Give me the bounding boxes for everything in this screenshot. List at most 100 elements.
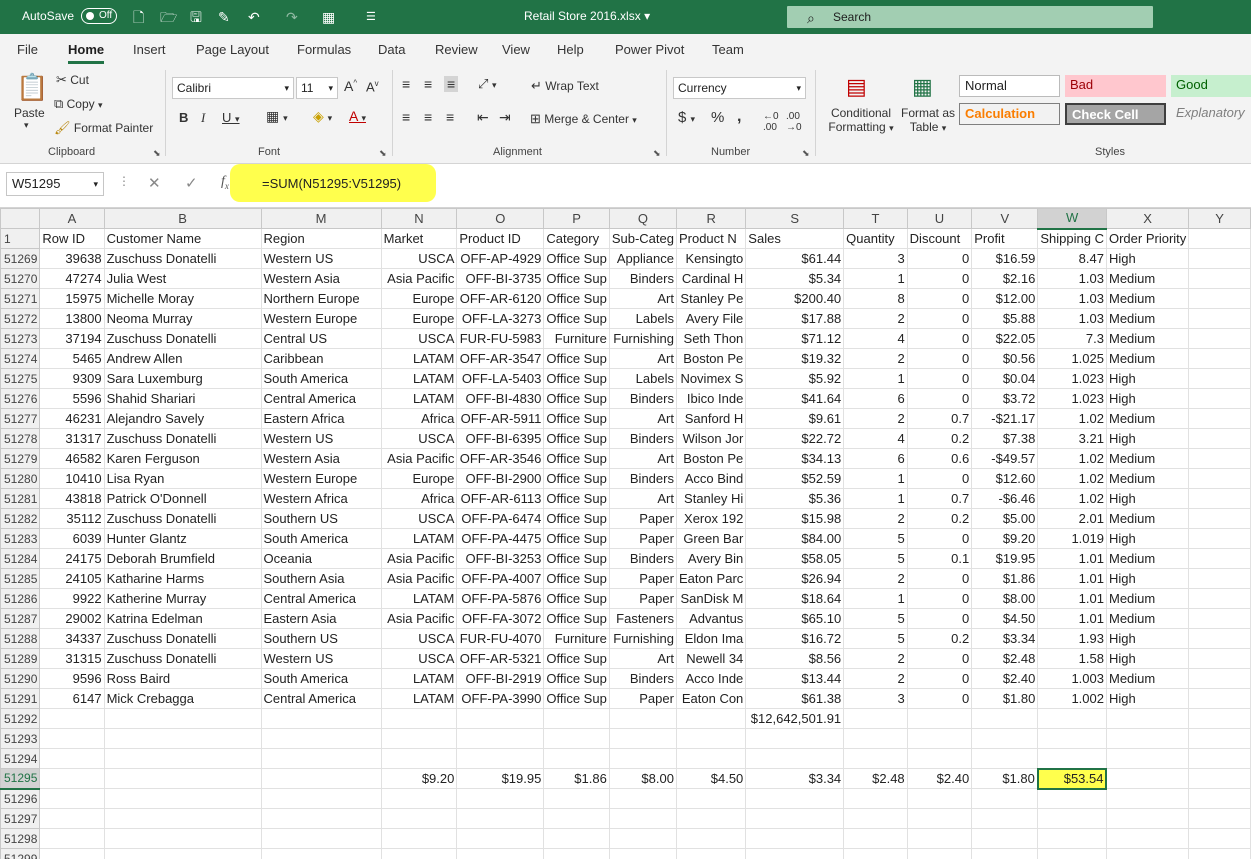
column-header-B[interactable]: B <box>103 208 262 229</box>
table-cell[interactable] <box>843 728 908 749</box>
table-cell[interactable]: 5 <box>843 548 908 569</box>
table-cell[interactable] <box>1105 788 1190 809</box>
row-header[interactable]: 51285 <box>0 568 41 589</box>
table-cell[interactable]: Sara Luxemburg <box>103 368 262 389</box>
table-cell[interactable] <box>1188 708 1251 729</box>
font-name-dropdown[interactable]: Calibri ▾ <box>172 77 294 99</box>
align-center-icon[interactable]: ≡ <box>424 109 432 125</box>
row-header[interactable]: 51271 <box>0 288 41 309</box>
table-cell[interactable]: 0 <box>906 288 973 309</box>
table-cell[interactable] <box>260 808 382 829</box>
table-cell[interactable] <box>1188 328 1251 349</box>
table-cell[interactable] <box>843 708 908 729</box>
table-cell[interactable] <box>1105 808 1190 829</box>
row-header[interactable]: 51276 <box>0 388 41 409</box>
table-cell[interactable]: $2.40 <box>971 668 1039 689</box>
table-cell[interactable] <box>1188 668 1251 689</box>
alignment-launcher-icon[interactable]: ⬊ <box>653 148 661 159</box>
table-cell[interactable]: 0 <box>906 588 973 609</box>
table-cell[interactable]: Office Sup <box>543 388 610 409</box>
table-cell[interactable] <box>260 728 382 749</box>
table-cell[interactable] <box>745 828 845 849</box>
table-cell[interactable]: High <box>1105 428 1190 449</box>
wrap-text-button[interactable]: ↵ Wrap Text <box>531 78 599 94</box>
table-cell[interactable]: Furnishing <box>608 328 677 349</box>
table-cell[interactable]: USCA <box>380 648 458 669</box>
table-cell[interactable]: 6 <box>843 388 908 409</box>
table-cell[interactable]: $9.20 <box>971 528 1039 549</box>
row-header[interactable]: 51298 <box>0 828 41 849</box>
table-cell[interactable]: Wilson Jor <box>675 428 747 449</box>
table-cell[interactable]: FUR-FU-4070 <box>456 628 545 649</box>
table-cell[interactable] <box>675 828 747 849</box>
table-cell[interactable]: Asia Pacific <box>380 608 458 629</box>
table-cell[interactable]: LATAM <box>380 388 458 409</box>
row-header[interactable]: 51278 <box>0 428 41 449</box>
table-cell[interactable]: Eaton Con <box>675 688 747 709</box>
table-cell[interactable] <box>906 728 973 749</box>
table-cell[interactable] <box>39 768 105 789</box>
table-cell[interactable]: USCA <box>380 428 458 449</box>
table-cell[interactable]: Zuschuss Donatelli <box>103 328 262 349</box>
table-cell[interactable]: 10410 <box>39 468 105 489</box>
table-cell[interactable]: Furniture <box>543 628 610 649</box>
column-header-M[interactable]: M <box>260 208 382 229</box>
table-cell[interactable]: Shahid Shariari <box>103 388 262 409</box>
table-cell[interactable]: 5 <box>843 528 908 549</box>
table-cell[interactable]: Medium <box>1105 548 1190 569</box>
table-cell[interactable] <box>1188 728 1251 749</box>
table-cell[interactable]: 1.025 <box>1037 348 1107 369</box>
table-cell[interactable]: Paper <box>608 588 677 609</box>
table-cell[interactable]: 0.6 <box>906 448 973 469</box>
table-cell[interactable]: Office Sup <box>543 568 610 589</box>
table-cell[interactable]: Stanley Hi <box>675 488 747 509</box>
table-cell[interactable] <box>608 748 677 769</box>
tab-data[interactable]: Data <box>378 42 405 57</box>
tab-home[interactable]: Home <box>68 42 105 64</box>
table-cell[interactable]: 4 <box>843 328 908 349</box>
table-cell[interactable] <box>1188 348 1251 369</box>
table-cell[interactable]: $12.60 <box>971 468 1039 489</box>
tab-view[interactable]: View <box>502 42 530 57</box>
table-cell[interactable] <box>1037 708 1107 729</box>
table-cell[interactable]: 1.003 <box>1037 668 1107 689</box>
table-cell[interactable]: 3 <box>843 688 908 709</box>
table-cell[interactable] <box>103 728 262 749</box>
table-cell[interactable]: Office Sup <box>543 488 610 509</box>
table-cell[interactable]: South America <box>260 368 382 389</box>
currency-icon[interactable]: $ ▾ <box>678 109 695 126</box>
table-cell[interactable] <box>456 808 545 829</box>
row-header[interactable]: 51297 <box>0 808 41 829</box>
table-cell[interactable] <box>745 808 845 829</box>
table-cell[interactable] <box>380 808 458 829</box>
new-file-icon[interactable]: 🗋 <box>133 9 144 25</box>
column-title[interactable]: Quantity <box>843 228 908 249</box>
table-cell[interactable] <box>745 728 845 749</box>
table-cell[interactable]: 2 <box>843 408 908 429</box>
style-check-cell[interactable]: Check Cell <box>1065 103 1166 125</box>
table-cell[interactable]: $53.54 <box>1036 767 1108 790</box>
table-cell[interactable]: OFF-BI-2900 <box>456 468 545 489</box>
table-cell[interactable]: 0 <box>906 388 973 409</box>
column-header-P[interactable]: P <box>543 208 610 229</box>
table-cell[interactable] <box>39 748 105 769</box>
row-header[interactable]: 51280 <box>0 468 41 489</box>
style-normal[interactable]: Normal <box>959 75 1060 97</box>
table-cell[interactable]: $52.59 <box>745 468 845 489</box>
save-icon[interactable]: 🖫 <box>190 9 202 25</box>
table-cell[interactable]: $84.00 <box>745 528 845 549</box>
table-cell[interactable] <box>1188 288 1251 309</box>
table-cell[interactable]: Office Sup <box>543 668 610 689</box>
table-cell[interactable]: LATAM <box>380 668 458 689</box>
table-cell[interactable]: OFF-BI-3735 <box>456 268 545 289</box>
table-cell[interactable]: Appliance <box>608 248 677 269</box>
table-cell[interactable]: $7.38 <box>971 428 1039 449</box>
table-cell[interactable]: 2 <box>843 348 908 369</box>
table-cell[interactable]: Office Sup <box>543 588 610 609</box>
table-cell[interactable]: 0.2 <box>906 428 973 449</box>
decrease-font-icon[interactable]: Av <box>366 79 379 94</box>
table-cell[interactable] <box>543 828 610 849</box>
table-cell[interactable]: Central America <box>260 588 382 609</box>
table-cell[interactable]: $34.13 <box>745 448 845 469</box>
table-cell[interactable] <box>675 728 747 749</box>
